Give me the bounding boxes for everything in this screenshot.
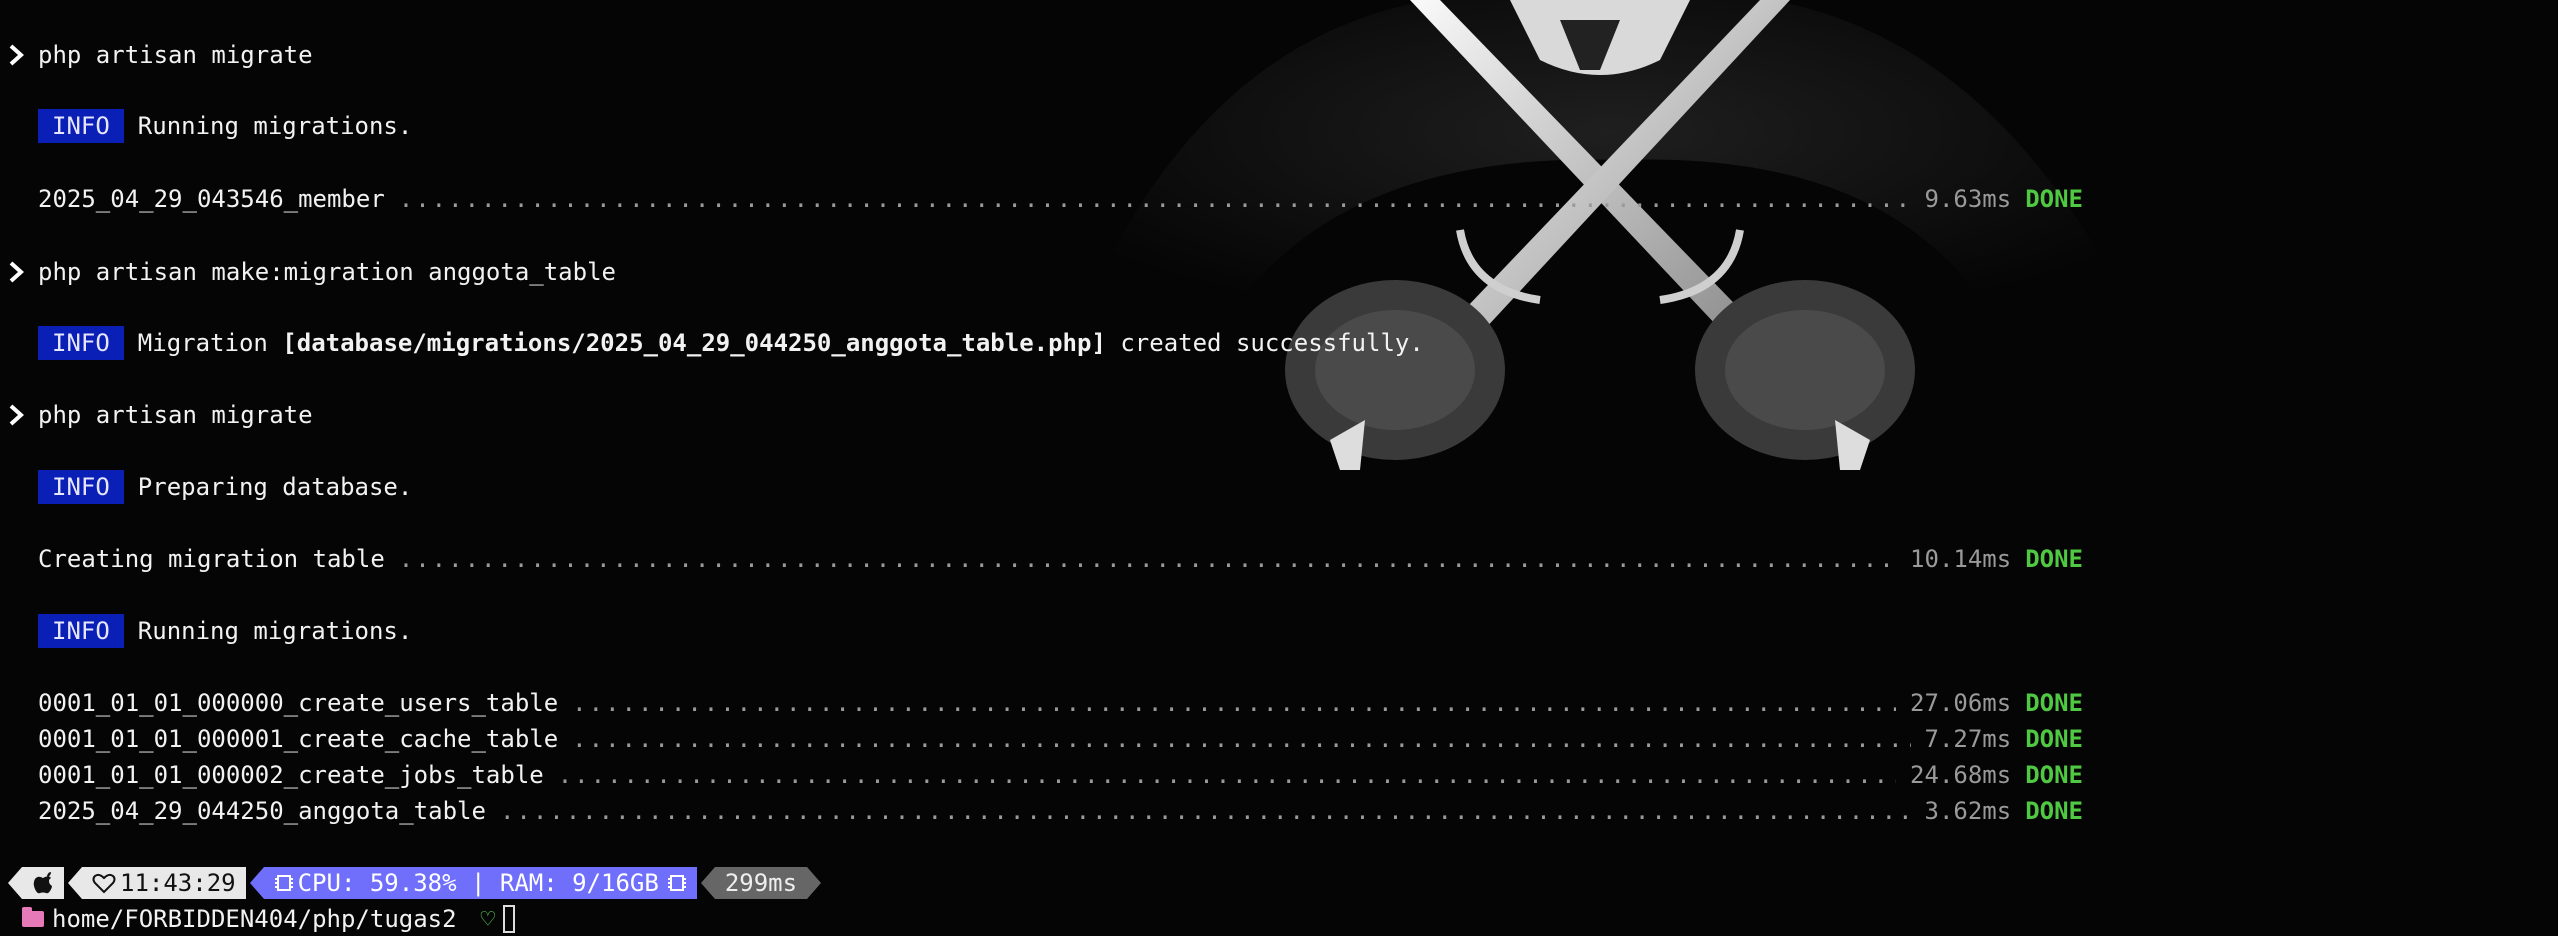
- info-badge: INFO: [38, 109, 124, 143]
- command-line: php artisan migrate: [8, 397, 313, 433]
- segment-arrow-icon: [807, 867, 822, 899]
- migration-name: 2025_04_29_043546_member: [38, 185, 385, 213]
- prompt-status-bar: 11:43:29 CPU: 59.38% | RAM: 9/16GB 299ms: [8, 865, 822, 901]
- info-badge: INFO: [38, 470, 124, 504]
- migration-status: DONE: [2025, 725, 2083, 753]
- migration-time: 10.14ms: [1910, 545, 2012, 573]
- migration-name: 0001_01_01_000000_create_users_table: [38, 689, 559, 717]
- migration-row: 2025_04_29_044250_anggota_table ........…: [38, 793, 2083, 829]
- migration-status: DONE: [2025, 545, 2083, 573]
- info-text: Running migrations.: [137, 617, 413, 645]
- duration-segment: 299ms: [714, 867, 808, 899]
- migration-status: DONE: [2025, 761, 2083, 789]
- folder-icon: [22, 907, 44, 927]
- migration-name: Creating migration table: [38, 545, 385, 573]
- migration-name: 2025_04_29_044250_anggota_table: [38, 797, 486, 825]
- migration-row: 0001_01_01_000000_create_users_table ...…: [38, 685, 2083, 721]
- command-line: php artisan migrate: [8, 37, 313, 73]
- info-text-prefix: Migration: [137, 329, 283, 357]
- segment-arrow-icon: [68, 867, 82, 899]
- info-line: INFO Preparing database.: [38, 469, 412, 505]
- dot-leader: ........................................…: [572, 725, 1910, 753]
- clock-segment: 11:43:29: [82, 867, 246, 899]
- command-duration: 299ms: [724, 869, 798, 897]
- migration-status: DONE: [2025, 797, 2083, 825]
- cpu-icon: [667, 875, 686, 891]
- segment-arrow-icon: [8, 867, 22, 899]
- dot-leader: ........................................…: [499, 797, 1911, 825]
- dot-leader: ........................................…: [398, 545, 1896, 573]
- migration-status: DONE: [2025, 185, 2083, 213]
- heart-icon: [92, 873, 116, 894]
- terminal-cursor[interactable]: [503, 905, 516, 933]
- info-text-suffix: created successfully.: [1105, 329, 1424, 357]
- command-text: php artisan migrate: [38, 41, 313, 69]
- prompt-chevron-icon: [9, 44, 24, 66]
- migration-time: 27.06ms: [1910, 689, 2012, 717]
- command-line: php artisan make:migration anggota_table: [8, 254, 616, 290]
- dot-leader: ........................................…: [398, 185, 1911, 213]
- migration-time: 9.63ms: [1924, 185, 2012, 213]
- segment-arrow-icon: [249, 867, 264, 899]
- migration-name: 0001_01_01_000001_create_cache_table: [38, 725, 559, 753]
- info-text: Running migrations.: [137, 112, 413, 140]
- info-line: INFO Migration [database/migrations/2025…: [38, 325, 1424, 361]
- prompt-chevron-icon: [9, 261, 24, 283]
- dot-leader: ........................................…: [572, 689, 1897, 717]
- info-line: INFO Running migrations.: [38, 613, 412, 649]
- info-line: INFO Running migrations.: [38, 108, 412, 144]
- migration-file-path: [database/migrations/2025_04_29_044250_a…: [282, 329, 1106, 357]
- info-badge: INFO: [38, 614, 124, 648]
- migration-row: 2025_04_29_043546_member ...............…: [38, 181, 2083, 217]
- heart-icon: ♡: [480, 905, 496, 933]
- migration-name: 0001_01_01_000002_create_jobs_table: [38, 761, 544, 789]
- dot-leader: ........................................…: [557, 761, 1896, 789]
- apple-icon: [33, 872, 52, 894]
- migration-row: Creating migration table ...............…: [38, 541, 2083, 577]
- migration-time: 24.68ms: [1910, 761, 2012, 789]
- migration-time: 7.27ms: [1924, 725, 2012, 753]
- system-info-text: CPU: 59.38% | RAM: 9/16GB: [297, 869, 659, 897]
- migration-time: 3.62ms: [1924, 797, 2012, 825]
- os-segment: [22, 867, 64, 899]
- info-badge: INFO: [38, 326, 124, 360]
- prompt-chevron-icon: [9, 404, 24, 426]
- info-text: Preparing database.: [137, 473, 413, 501]
- migration-row: 0001_01_01_000001_create_cache_table ...…: [38, 721, 2083, 757]
- cpu-icon: [274, 875, 293, 891]
- migration-status: DONE: [2025, 689, 2083, 717]
- clock-time: 11:43:29: [120, 869, 236, 897]
- command-text: php artisan make:migration anggota_table: [38, 258, 616, 286]
- current-path: home/FORBIDDEN404/php/tugas2: [52, 905, 457, 933]
- command-text: php artisan migrate: [38, 401, 313, 429]
- segment-arrow-icon: [700, 867, 715, 899]
- terminal-output: php artisan migrate INFO Running migrati…: [0, 0, 2558, 936]
- system-info-segment: CPU: 59.38% | RAM: 9/16GB: [263, 867, 697, 899]
- prompt-path-line: home/FORBIDDEN404/php/tugas2 ♡: [22, 902, 516, 936]
- migration-row: 0001_01_01_000002_create_jobs_table ....…: [38, 757, 2083, 793]
